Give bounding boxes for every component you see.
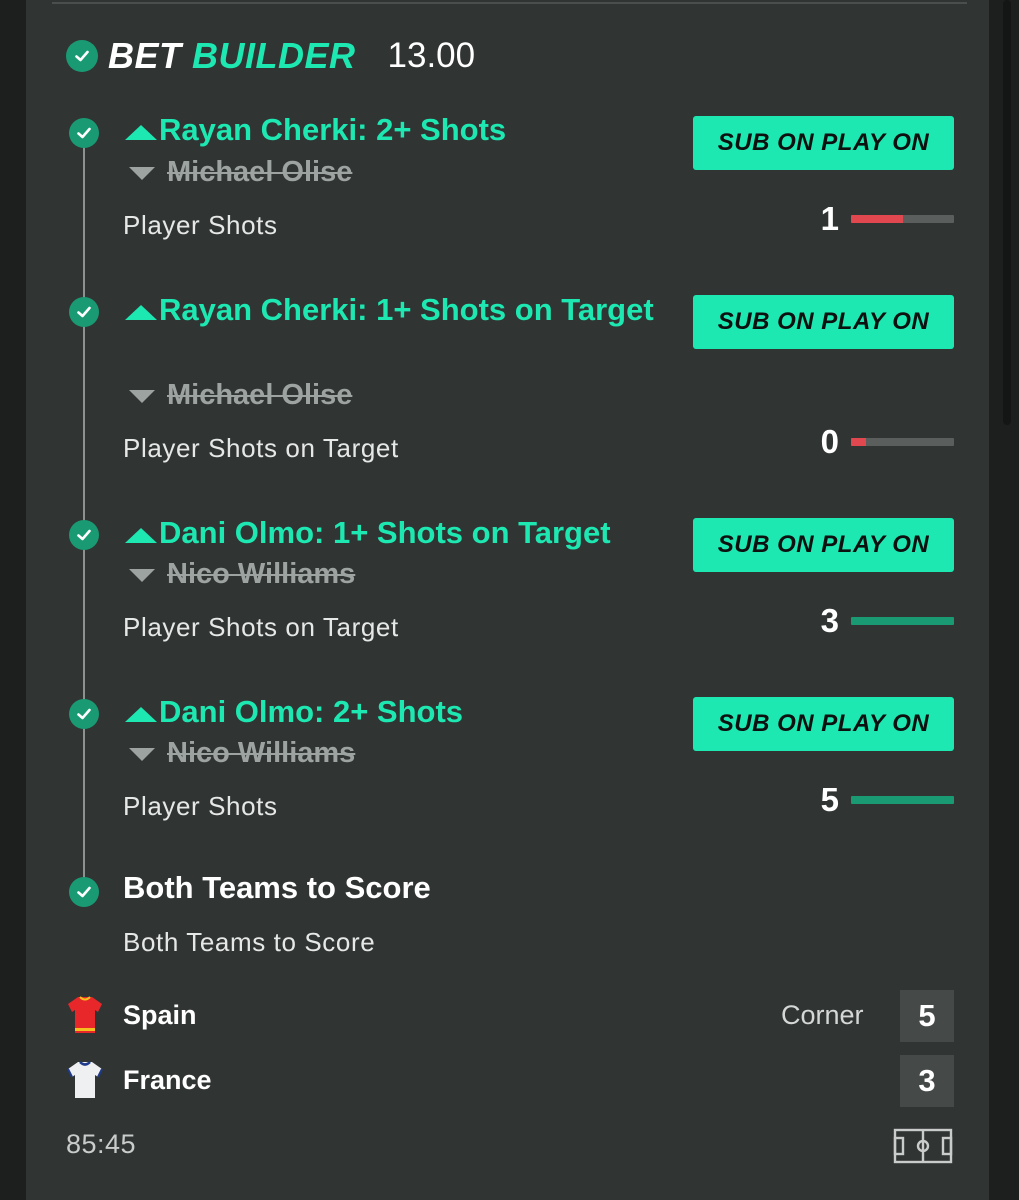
home-corner-count: 5	[900, 990, 954, 1042]
btts-title: Both Teams to Score	[123, 870, 431, 905]
away-team: France	[66, 1060, 212, 1100]
progress-fill	[851, 215, 903, 223]
bet-builder-header: BET BUILDER 13.00	[66, 35, 476, 76]
chevron-up-icon	[125, 304, 157, 320]
selection-status-icon	[69, 699, 99, 729]
check-circle-icon	[69, 699, 99, 729]
selection-status-icon	[69, 118, 99, 148]
chevron-up-icon	[125, 706, 157, 722]
sub-on-play-on-button[interactable]: SUB ON PLAY ON	[693, 697, 954, 751]
check-circle-icon	[69, 520, 99, 550]
progress-fill	[851, 438, 867, 446]
btts-market-label: Both Teams to Score	[123, 927, 376, 957]
selection-title: Dani Olmo: 2+ Shots	[123, 690, 668, 734]
home-team-name: Spain	[123, 999, 197, 1030]
france-shirt-icon	[67, 1061, 103, 1098]
corner-label: Corner	[781, 1000, 864, 1030]
substituted-player: Nico Williams	[127, 558, 355, 591]
chevron-up-icon	[125, 124, 157, 140]
market-label: Player Shots on Target	[123, 612, 399, 642]
chevron-down-icon	[129, 747, 155, 761]
progress-bar	[851, 796, 954, 804]
stat-count: 5	[820, 781, 839, 818]
check-circle-icon	[69, 877, 99, 907]
market-label: Player Shots	[123, 210, 278, 240]
selection-title: Rayan Cherki: 2+ Shots	[123, 108, 668, 152]
stat-count: 1	[820, 200, 839, 237]
total-odds: 13.00	[387, 36, 476, 75]
substituted-player: Michael Olise	[127, 379, 352, 412]
chevron-down-icon	[129, 568, 155, 582]
stat-count: 3	[820, 602, 839, 639]
progress-bar	[851, 438, 954, 446]
away-team-name: France	[123, 1064, 212, 1095]
pitch-icon[interactable]	[893, 1128, 953, 1164]
bet-builder-title: BET BUILDER	[108, 35, 356, 76]
check-circle-icon	[66, 40, 98, 72]
progress-fill	[851, 796, 954, 804]
selection-title: Rayan Cherki: 1+ Shots on Target	[123, 288, 668, 332]
away-corner-count: 3	[900, 1055, 954, 1107]
spain-shirt-icon	[68, 996, 102, 1033]
progress-bar	[851, 215, 954, 223]
check-circle-icon	[69, 297, 99, 327]
market-label: Player Shots	[123, 791, 278, 821]
sub-on-play-on-button[interactable]: SUB ON PLAY ON	[693, 116, 954, 170]
selection-status-icon	[69, 520, 99, 550]
selection-status-icon	[69, 877, 99, 907]
timeline-line	[83, 133, 85, 888]
selection-title: Dani Olmo: 1+ Shots on Target	[123, 511, 668, 555]
home-team: Spain	[66, 995, 197, 1035]
chevron-up-icon	[125, 527, 157, 543]
progress-bar	[851, 617, 954, 625]
substituted-player: Michael Olise	[127, 156, 352, 189]
sub-on-play-on-button[interactable]: SUB ON PLAY ON	[693, 295, 954, 349]
stat-count: 0	[820, 423, 839, 460]
sub-on-play-on-button[interactable]: SUB ON PLAY ON	[693, 518, 954, 572]
substituted-player: Nico Williams	[127, 737, 355, 770]
check-circle-icon	[69, 118, 99, 148]
progress-fill	[851, 617, 954, 625]
scrollbar[interactable]	[1003, 0, 1011, 425]
selection-status-icon	[69, 297, 99, 327]
match-clock: 85:45	[66, 1129, 137, 1159]
divider	[52, 2, 967, 4]
market-label: Player Shots on Target	[123, 433, 399, 463]
chevron-down-icon	[129, 389, 155, 403]
chevron-down-icon	[129, 166, 155, 180]
